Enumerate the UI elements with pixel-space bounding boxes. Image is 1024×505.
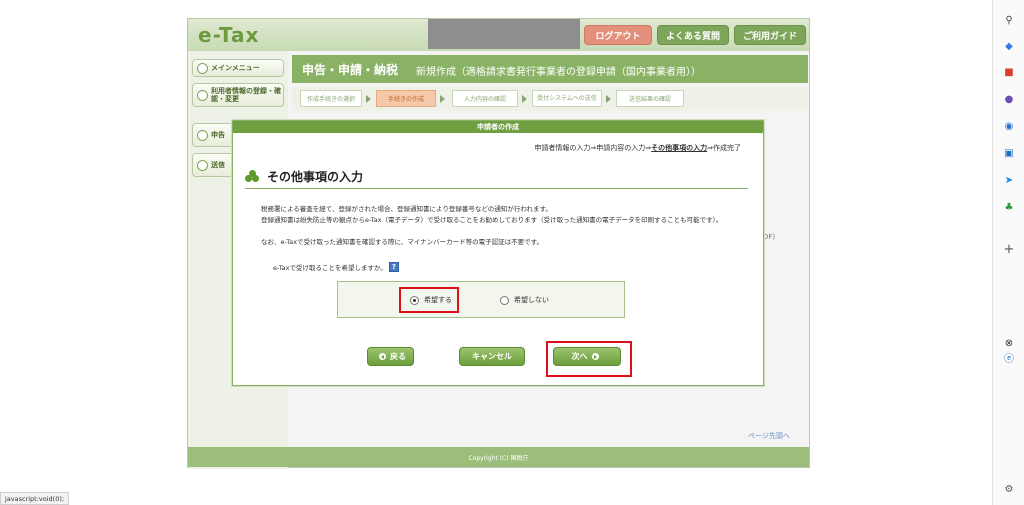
main-title-bar: 申告・申請・納税 新規作成（適格請求書発行事業者の登録申請（国内事業者用）） — [292, 55, 808, 83]
add-icon[interactable]: + — [1003, 242, 1015, 257]
briefcase-icon[interactable]: ■ — [1003, 66, 1015, 78]
arrow-icon — [522, 95, 527, 103]
browser-sidebar: ⚲ ◆ ■ ● ◉ ▣ ➤ ♣ + ⊗ ⓔ ⚙ — [992, 0, 1024, 505]
help-icon[interactable]: ? — [388, 262, 399, 272]
user-icon — [197, 89, 208, 101]
status-bar: javascript:void(0); — [0, 492, 70, 505]
home-icon — [197, 62, 208, 74]
back-button[interactable]: 戻る — [367, 347, 414, 366]
page-subtitle: 新規作成（適格請求書発行事業者の登録申請（国内事業者用）） — [416, 67, 701, 78]
info-paragraph-1: 税務署による審査を経て、登録がされた場合、登録通知書により登録番号などの通知が行… — [261, 205, 552, 213]
arrow-icon — [606, 95, 611, 103]
etax-logo: e-Tax — [198, 23, 260, 47]
people-icon[interactable]: ● — [1003, 93, 1015, 105]
highlight-box — [546, 341, 632, 377]
gear-icon[interactable]: ⚙ — [1003, 483, 1015, 495]
dialog-title-bar: 申請者の作成 — [233, 121, 763, 133]
section-header: その他事項の入力 — [245, 165, 748, 189]
sidebar-item-label: 申告 — [211, 131, 225, 139]
edge-icon[interactable]: ⓔ — [1003, 351, 1015, 365]
guide-button[interactable]: ご利用ガイド — [734, 25, 806, 45]
receive-option-group: 希望する 希望しない — [337, 281, 625, 318]
dialog-other-items: 申請者の作成 申請者情報の入力⇒申請内容の入力⇒その他事項の入力⇒作成完了 その… — [232, 120, 764, 386]
sidebar-item-main-menu[interactable]: メインメニュー — [192, 59, 284, 77]
breadcrumb-current: その他事項の入力 — [651, 144, 708, 152]
arrow-icon — [366, 95, 371, 103]
sidebar-item-user-info[interactable]: 利用者情報の登録・確認・変更 — [192, 83, 284, 107]
section-title: その他事項の入力 — [267, 170, 364, 184]
info-paragraph-2: 登録通知書は紛失防止等の観点からe-Tax（電子データ）で受け取ることをお勧めし… — [261, 216, 723, 224]
breadcrumb-prefix: 申請者情報の入力⇒申請内容の入力⇒ — [534, 144, 652, 152]
step-create-procedure: 手続きの作成 — [376, 90, 436, 107]
highlight-box — [399, 287, 459, 313]
step-send-result: 送信結果の確認 — [616, 90, 684, 107]
info-paragraph-3: なお、e-Taxで受け取った通知書を確認する際に、マイナンバーカード等の電子認証… — [261, 238, 543, 246]
pdf-label-fragment: DF) — [763, 233, 776, 241]
receive-question: e-Taxで受け取ることを希望しますか。 ? — [273, 262, 399, 272]
faq-button[interactable]: よくある質問 — [657, 25, 729, 45]
back-button-label: 戻る — [390, 352, 406, 361]
tag-icon[interactable]: ◆ — [1003, 40, 1015, 52]
send-icon[interactable]: ➤ — [1003, 174, 1015, 186]
cancel-button-label: キャンセル — [472, 352, 512, 361]
radio-label: 希望しない — [514, 296, 549, 304]
page-title: 申告・申請・納税 — [302, 63, 399, 77]
step-confirm-input: 入力内容の確認 — [452, 90, 518, 107]
clover-icon — [245, 169, 259, 184]
send-icon — [197, 159, 208, 171]
breadcrumb: 申請者情報の入力⇒申請内容の入力⇒その他事項の入力⇒作成完了 — [534, 143, 741, 153]
copyright-footer: Copyright (C) 国税庁 — [188, 447, 809, 467]
step-select-procedure: 作成手続きの選択 — [300, 90, 362, 107]
sidebar-item-label: 送信 — [211, 161, 225, 169]
logout-button[interactable]: ログアウト — [584, 25, 652, 45]
cancel-button[interactable]: キャンセル — [459, 347, 525, 366]
breadcrumb-suffix: ⇒作成完了 — [707, 144, 741, 152]
progress-steps: 作成手続きの選択 手続きの作成 入力内容の確認 受付システムへの送信 送信結果の… — [292, 87, 808, 111]
tree-icon[interactable]: ♣ — [1003, 201, 1015, 213]
close-icon[interactable]: ⊗ — [1003, 337, 1015, 349]
sidebar-item-label: 利用者情報の登録・確認・変更 — [211, 87, 281, 103]
search-icon[interactable]: ⚲ — [1003, 14, 1015, 26]
radio-option-not-wish[interactable]: 希望しない — [500, 295, 549, 305]
radio-unchecked-icon[interactable] — [500, 295, 509, 305]
redacted-user-area — [428, 19, 580, 49]
page-top-link[interactable]: ページ先頭へ — [748, 431, 790, 441]
sidebar-item-label: メインメニュー — [211, 64, 260, 72]
arrow-icon — [440, 95, 445, 103]
etax-header: e-Tax ログアウト よくある質問 ご利用ガイド — [188, 19, 809, 51]
document-icon — [197, 129, 208, 141]
question-text: e-Taxで受け取ることを希望しますか。 — [273, 264, 387, 272]
circle-icon[interactable]: ◉ — [1003, 120, 1015, 132]
step-send: 受付システムへの送信 — [532, 90, 602, 107]
outlook-icon[interactable]: ▣ — [1003, 147, 1015, 159]
back-arrow-icon — [379, 353, 386, 360]
